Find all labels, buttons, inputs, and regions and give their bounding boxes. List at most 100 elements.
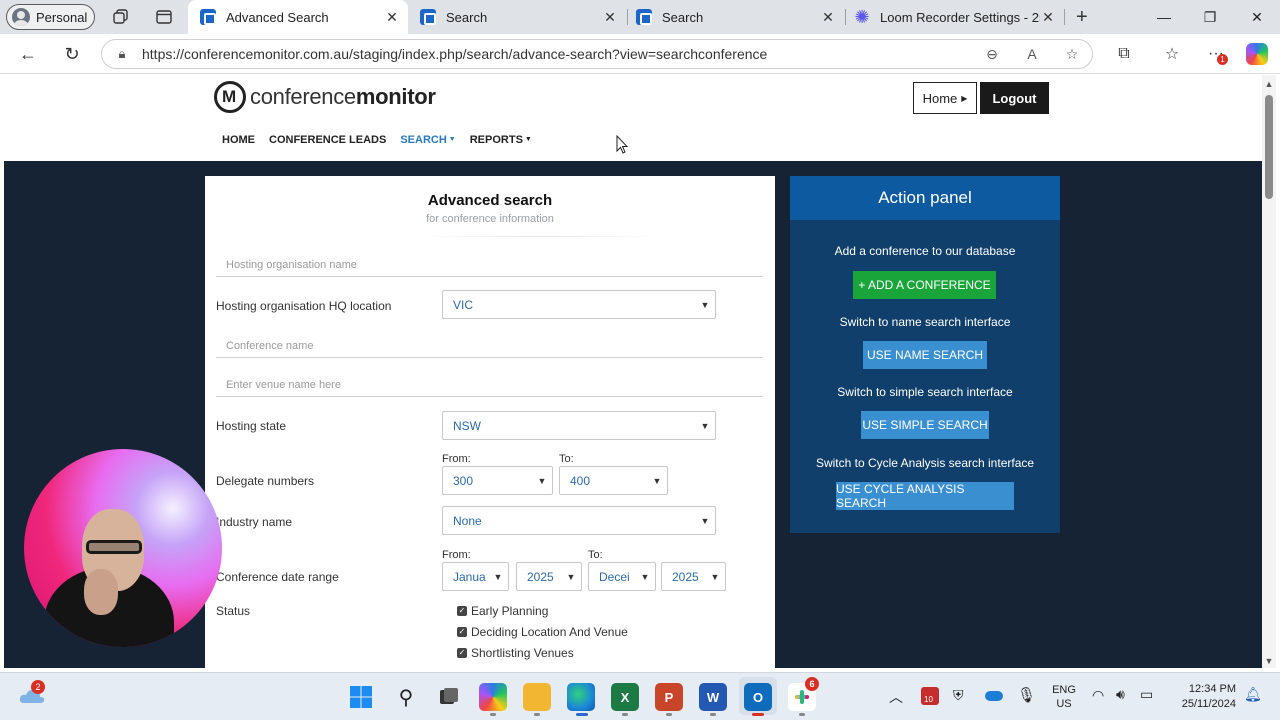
search-icon[interactable]: ⚲ [392, 683, 420, 711]
refresh-icon[interactable]: ↻ [58, 42, 86, 66]
checkbox-checked-icon[interactable]: ✓ [457, 648, 467, 658]
home-button[interactable]: Home ▶ [913, 82, 977, 114]
new-tab-icon[interactable]: + [1076, 7, 1094, 27]
slack-icon[interactable]: 6 [788, 677, 819, 711]
status-checkbox-early-planning[interactable]: ✓ Early Planning [457, 604, 548, 618]
venue-name-input[interactable] [216, 373, 763, 397]
edge-browser-icon[interactable] [567, 683, 595, 711]
industry-name-select[interactable]: None ▼ [442, 506, 716, 535]
use-simple-search-button[interactable]: USE SIMPLE SEARCH [861, 411, 989, 439]
date-from-year-select[interactable]: 2025 ▼ [516, 562, 582, 591]
microphone-icon[interactable]: 🎙︎ [1017, 686, 1036, 704]
logo-mark-icon [214, 81, 246, 113]
browser-tab-strip: Personal Advanced Search ✕ Search ✕ Sear… [0, 0, 1280, 34]
add-conference-button[interactable]: + ADD A CONFERENCE [853, 271, 996, 299]
language-indicator[interactable]: ENG US [1049, 683, 1079, 711]
hq-location-select[interactable]: VIC ▼ [442, 290, 716, 319]
restore-icon[interactable]: ❐ [1187, 0, 1233, 34]
delegate-numbers-label: Delegate numbers [216, 474, 315, 488]
status-checkbox-shortlisting-venues[interactable]: ✓ Shortlisting Venues [457, 646, 574, 660]
checkbox-checked-icon[interactable]: ✓ [457, 606, 467, 616]
profile-label: Personal [36, 9, 88, 25]
task-view-icon[interactable] [435, 683, 463, 711]
chevron-down-icon: ▼ [493, 571, 503, 582]
zoom-out-icon[interactable]: ⊖ [972, 46, 1012, 63]
logo-text-light: conference [250, 84, 356, 109]
status-option-label: Deciding Location And Venue [471, 625, 628, 639]
site-favicon-icon [420, 9, 436, 25]
scroll-up-icon[interactable]: ▲ [1264, 79, 1274, 89]
lock-icon[interactable]: 🔒︎ [102, 46, 142, 62]
nav-search[interactable]: SEARCH ▼ [400, 134, 455, 146]
site-favicon-icon [636, 9, 652, 25]
security-icon[interactable]: ⛨ [953, 687, 964, 704]
start-windows-icon[interactable] [347, 683, 375, 711]
tab-search-1[interactable]: Search ✕ [408, 0, 626, 34]
hosting-state-select[interactable]: NSW ▼ [442, 411, 716, 440]
tab-close-icon[interactable]: ✕ [384, 9, 400, 26]
scroll-down-icon[interactable]: ▼ [1264, 656, 1274, 666]
tab-close-icon[interactable]: ✕ [1040, 9, 1056, 26]
favorite-star-icon[interactable]: ☆ [1052, 46, 1092, 63]
tab-close-icon[interactable]: ✕ [820, 9, 836, 26]
date-to-month-select[interactable]: Decei ▼ [588, 562, 656, 591]
wifi-icon[interactable]: ◠ [1092, 687, 1104, 704]
copilot-app-icon[interactable] [479, 683, 507, 711]
word-icon[interactable]: W [699, 683, 727, 711]
hosting-state-value: NSW [453, 418, 481, 433]
delegate-to-select[interactable]: 400 ▼ [559, 466, 668, 495]
nav-search-label: SEARCH [400, 134, 447, 146]
status-checkbox-deciding-location[interactable]: ✓ Deciding Location And Venue [457, 625, 628, 639]
address-bar[interactable]: 🔒︎ https://conferencemonitor.com.au/stag… [101, 39, 1093, 69]
volume-icon[interactable]: 🔊︎ [1116, 686, 1125, 703]
play-arrow-icon: ▶ [961, 93, 968, 103]
notifications-bell-icon[interactable]: 🔔︎ [1244, 686, 1262, 703]
nav-home[interactable]: HOME [222, 134, 255, 146]
back-icon[interactable]: ← [14, 42, 42, 66]
scroll-thumb[interactable] [1265, 95, 1273, 199]
window-close-icon[interactable]: ✕ [1234, 0, 1280, 34]
conference-name-input[interactable] [216, 334, 763, 358]
date-from-month-select[interactable]: Janua ▼ [442, 562, 509, 591]
url-text[interactable]: https://conferencemonitor.com.au/staging… [142, 46, 972, 62]
tab-loom-settings[interactable]: ✺ Loom Recorder Settings - 25 ✕ [842, 0, 1064, 34]
file-explorer-icon[interactable] [523, 683, 551, 711]
date-from-year-value: 2025 [527, 569, 554, 584]
nav-conference-leads[interactable]: CONFERENCE LEADS [269, 134, 386, 146]
status-option-label: Shortlisting Venues [471, 646, 574, 660]
calendar-badge: 10 [924, 695, 933, 704]
read-aloud-icon[interactable]: A [1012, 46, 1052, 62]
checkbox-checked-icon[interactable]: ✓ [457, 627, 467, 637]
battery-icon[interactable]: ▭ [1140, 686, 1153, 703]
logout-button[interactable]: Logout [980, 82, 1049, 114]
copilot-icon[interactable] [1244, 42, 1270, 66]
webcam-bubble[interactable] [24, 449, 222, 647]
chevron-down-icon: ▼ [652, 475, 662, 486]
excel-icon[interactable]: X [611, 683, 639, 711]
use-cycle-analysis-search-button[interactable]: USE CYCLE ANALYSIS SEARCH [836, 482, 1014, 510]
calendar-app-icon[interactable]: 10 [921, 687, 939, 705]
site-logo[interactable]: conferencemonitor [214, 81, 436, 113]
use-name-search-button[interactable]: USE NAME SEARCH [863, 341, 987, 369]
extensions-icon[interactable]: ⧉ [1111, 42, 1137, 66]
date-to-year-select[interactable]: 2025 ▼ [661, 562, 726, 591]
tab-actions-icon[interactable] [155, 8, 173, 26]
minimize-icon[interactable]: — [1141, 0, 1187, 34]
tab-search-2[interactable]: Search ✕ [624, 0, 844, 34]
tab-close-icon[interactable]: ✕ [602, 9, 618, 26]
profile-button[interactable]: Personal [6, 4, 95, 30]
weather-widget[interactable]: 2 [18, 680, 46, 707]
workspaces-icon[interactable] [112, 8, 130, 26]
tab-advanced-search[interactable]: Advanced Search ✕ [188, 0, 408, 34]
show-hidden-icons-icon[interactable]: ︿ [889, 687, 903, 707]
powerpoint-icon[interactable]: P [655, 683, 683, 711]
page-scrollbar[interactable]: ▲ ▼ [1262, 75, 1276, 668]
hosting-organisation-input[interactable] [216, 253, 763, 277]
outlook-icon[interactable]: O [744, 683, 772, 711]
nav-reports[interactable]: REPORTS ▼ [470, 134, 532, 146]
favorites-icon[interactable]: ☆ [1159, 42, 1185, 66]
clock[interactable]: 12:34 PM 25/11/2024 [1176, 682, 1236, 712]
onedrive-icon[interactable] [985, 691, 1003, 701]
delegate-from-select[interactable]: 300 ▼ [442, 466, 553, 495]
settings-more-icon[interactable]: ··· 1 [1203, 42, 1229, 66]
